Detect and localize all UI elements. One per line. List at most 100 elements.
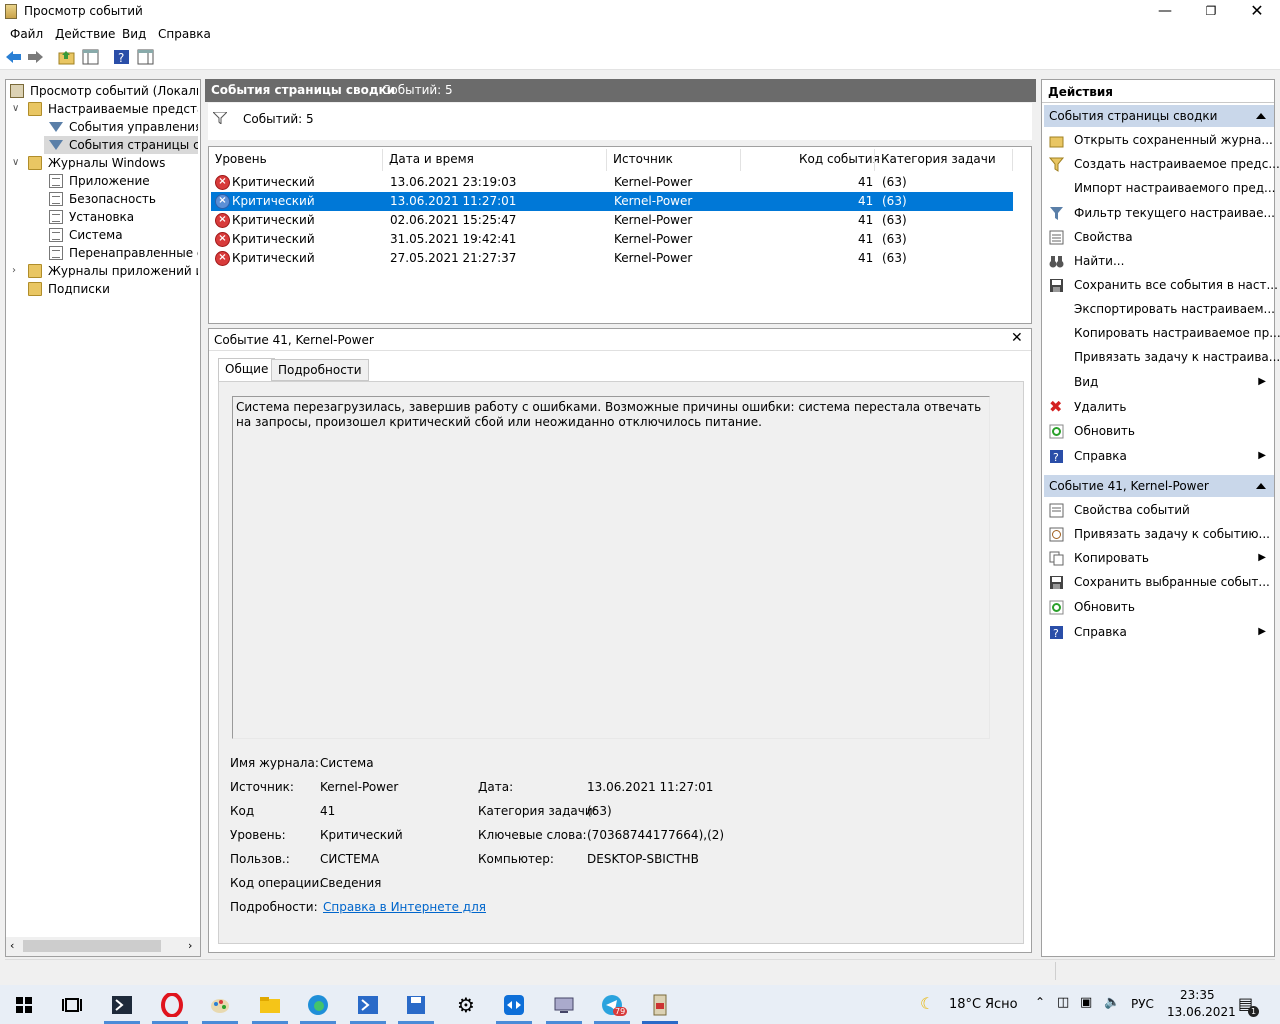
tree-item-forwarded-events[interactable]: Перенаправленные события (8, 244, 198, 262)
network-icon[interactable]: ◫ (1057, 995, 1069, 1010)
paint-icon[interactable] (208, 993, 232, 1017)
minimize-button[interactable]: — (1142, 0, 1188, 24)
weather-temperature[interactable]: 18°C (949, 997, 981, 1012)
clock-time[interactable]: 23:35 (1180, 988, 1215, 1002)
task-view-icon[interactable] (60, 993, 84, 1017)
clock-date[interactable]: 13.06.2021 (1167, 1005, 1236, 1019)
column-header-datetime[interactable]: Дата и время (389, 152, 474, 166)
action-refresh[interactable]: Обновить (1044, 420, 1274, 442)
floppy-app-icon[interactable] (404, 993, 428, 1017)
settings-gear-icon[interactable]: ⚙ (454, 993, 478, 1017)
menu-file[interactable]: Файл (10, 27, 43, 41)
actions-section-header[interactable]: События страницы сводки (1044, 105, 1274, 127)
collapse-triangle-icon[interactable] (1256, 483, 1266, 489)
back-arrow-icon[interactable] (5, 49, 22, 65)
tree-item-application[interactable]: Приложение (8, 172, 198, 190)
tree-item-summary-events[interactable]: События страницы сводки (44, 136, 198, 154)
column-header-task-category[interactable]: Категория задачи (881, 152, 996, 166)
windows-start-icon[interactable] (12, 993, 36, 1017)
tree-item-admin-events[interactable]: События управления (8, 118, 198, 136)
tree-horizontal-scrollbar[interactable]: ‹ › (6, 937, 200, 956)
language-indicator[interactable]: РУС (1131, 997, 1154, 1011)
filter-icon (49, 140, 63, 150)
remote-desktop-icon[interactable] (552, 993, 576, 1017)
tree-item-windows-logs[interactable]: ∨ Журналы Windows (8, 154, 198, 172)
tree-item-system[interactable]: Система (8, 226, 198, 244)
action-import-custom-view[interactable]: Импорт настраиваемого пред... (1044, 177, 1275, 199)
powershell-ise-icon[interactable] (356, 993, 380, 1017)
maximize-button[interactable]: ❐ (1188, 0, 1234, 24)
actions-section-header[interactable]: Событие 41, Kernel-Power (1044, 475, 1274, 497)
tree-item-app-service-logs[interactable]: › Журналы приложений и служб (8, 262, 198, 280)
file-explorer-icon[interactable] (258, 993, 282, 1017)
expand-chevron-icon[interactable]: ∨ (12, 100, 19, 118)
powershell-icon[interactable] (110, 993, 134, 1017)
opera-icon[interactable] (160, 993, 184, 1017)
menu-help[interactable]: Справка (158, 27, 211, 41)
action-export-custom-view[interactable]: Экспортировать настраиваем... (1044, 298, 1275, 320)
event-viewer-taskbar-icon[interactable] (648, 993, 672, 1017)
table-row[interactable]: × Критический 27.05.2021 21:27:37 Kernel… (211, 249, 1013, 268)
action-refresh[interactable]: Обновить (1044, 596, 1274, 618)
tree-item-setup[interactable]: Установка (8, 208, 198, 226)
display-icon[interactable]: ▣ (1080, 995, 1092, 1010)
action-open-saved-log[interactable]: Открыть сохраненный журна... (1044, 129, 1274, 151)
close-button[interactable]: ✕ (1234, 0, 1280, 24)
tree-item-security[interactable]: Безопасность (8, 190, 198, 208)
action-save-all-events[interactable]: Сохранить все события в наст... (1044, 274, 1278, 296)
keywords-label: Ключевые слова: (478, 828, 587, 842)
show-hide-tree-icon[interactable] (82, 49, 99, 65)
up-folder-icon[interactable] (58, 49, 75, 65)
action-attach-task-to-view[interactable]: Привязать задачу к настраива... (1044, 346, 1280, 368)
action-properties[interactable]: Свойства (1044, 226, 1274, 248)
action-attach-task-to-event[interactable]: Привязать задачу к событию... (1044, 523, 1274, 545)
edge-icon[interactable] (306, 993, 330, 1017)
action-save-selected-events[interactable]: Сохранить выбранные событ... (1044, 571, 1274, 593)
save-icon (1050, 576, 1063, 589)
action-copy[interactable]: Копировать ▶ (1044, 547, 1274, 569)
collapse-triangle-icon[interactable] (1256, 113, 1266, 119)
teamviewer-icon[interactable] (502, 993, 526, 1017)
menu-view[interactable]: Вид (122, 27, 146, 41)
column-header-event-id[interactable]: Код события (799, 152, 880, 166)
show-action-pane-icon[interactable] (137, 49, 154, 65)
scroll-right-icon[interactable]: › (188, 939, 192, 952)
help-icon[interactable]: ? (113, 49, 130, 65)
table-row[interactable]: × Критический 13.06.2021 23:19:03 Kernel… (211, 173, 1013, 192)
show-hidden-icons-chevron-icon[interactable]: ⌃ (1035, 995, 1045, 1009)
expand-chevron-icon[interactable]: ∨ (12, 154, 19, 172)
table-row[interactable]: × Критический 02.06.2021 15:25:47 Kernel… (211, 211, 1013, 230)
event-description[interactable]: Система перезагрузилась, завершив работу… (232, 396, 990, 739)
weather-condition[interactable]: Ясно (985, 997, 1018, 1012)
collapse-chevron-icon[interactable]: › (12, 262, 16, 280)
scroll-left-icon[interactable]: ‹ (10, 939, 14, 952)
opcode-label: Код операции: (230, 876, 324, 890)
online-help-link[interactable]: Справка в Интернете для (323, 900, 486, 914)
table-row-selected[interactable]: × Критический 13.06.2021 11:27:01 Kernel… (211, 192, 1013, 211)
volume-muted-icon[interactable]: 🔈 (1104, 995, 1120, 1010)
tree-item-custom-views[interactable]: ∨ Настраиваемые представления (8, 100, 198, 118)
action-create-custom-view[interactable]: Создать настраиваемое предс... (1044, 153, 1280, 175)
scrollbar-thumb[interactable] (23, 940, 161, 952)
tab-general[interactable]: Общие (218, 358, 276, 382)
tree-item-subscriptions[interactable]: Подписки (8, 280, 198, 298)
menu-action[interactable]: Действие (55, 27, 115, 41)
action-copy-custom-view[interactable]: Копировать настраиваемое пр... (1044, 322, 1280, 344)
action-filter-current-view[interactable]: Фильтр текущего настраивае... (1044, 202, 1275, 224)
tree-item-root[interactable]: Просмотр событий (Локальный) (8, 82, 198, 100)
action-delete[interactable]: ✖ Удалить (1044, 396, 1274, 418)
action-help[interactable]: ? Справка ▶ (1044, 445, 1274, 467)
action-find[interactable]: Найти... (1044, 250, 1274, 272)
tab-details[interactable]: Подробности (271, 359, 369, 381)
column-header-source[interactable]: Источник (613, 152, 673, 166)
action-event-properties[interactable]: Свойства событий (1044, 499, 1274, 521)
column-header-level[interactable]: Уровень (215, 152, 267, 166)
close-icon[interactable]: ✕ (1011, 330, 1023, 346)
action-view[interactable]: Вид ▶ (1044, 371, 1274, 393)
attach-task-icon (1049, 527, 1064, 542)
more-info-label: Подробности: (230, 900, 318, 914)
action-help[interactable]: ? Справка ▶ (1044, 621, 1274, 643)
weather-moon-icon[interactable]: ☾ (920, 994, 934, 1013)
forward-arrow-icon[interactable] (27, 49, 44, 65)
table-row[interactable]: × Критический 31.05.2021 19:42:41 Kernel… (211, 230, 1013, 249)
